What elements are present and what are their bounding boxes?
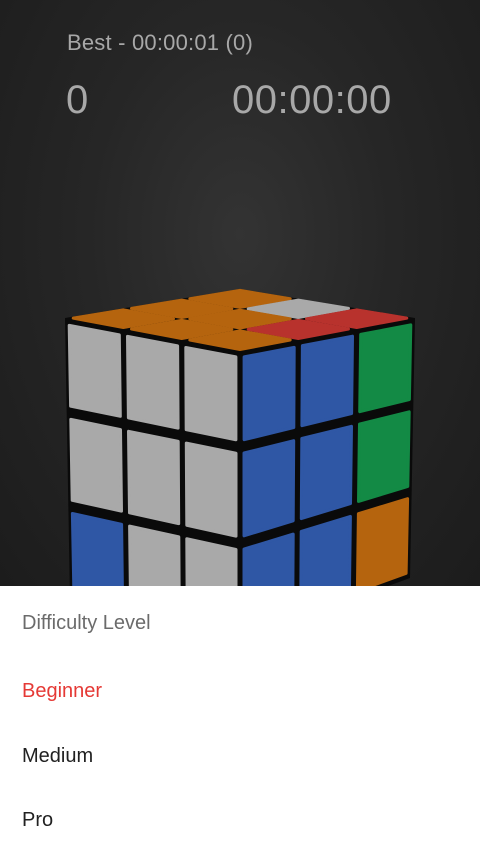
front-sticker-1-2[interactable] — [184, 441, 238, 538]
front-sticker-0-1[interactable] — [126, 334, 180, 430]
right-sticker-1-0[interactable] — [242, 439, 296, 538]
difficulty-option-pro[interactable]: Pro — [22, 798, 462, 842]
right-sticker-0-0[interactable] — [242, 345, 296, 442]
front-sticker-1-1[interactable] — [127, 429, 181, 526]
right-sticker-1-1[interactable] — [299, 424, 353, 521]
right-sticker-0-1[interactable] — [300, 334, 354, 428]
right-sticker-2-2[interactable] — [355, 497, 410, 586]
front-sticker-2-1[interactable] — [128, 524, 181, 586]
front-sticker-0-2[interactable] — [184, 346, 238, 442]
right-sticker-1-2[interactable] — [357, 410, 411, 503]
front-sticker-2-0[interactable] — [70, 512, 124, 587]
front-sticker-0-0[interactable] — [67, 323, 122, 418]
difficulty-title: Difficulty Level — [22, 612, 151, 634]
difficulty-option-medium[interactable]: Medium — [22, 734, 462, 778]
difficulty-option-beginner[interactable]: Beginner — [22, 669, 462, 713]
right-sticker-0-2[interactable] — [358, 323, 413, 414]
front-sticker-1-0[interactable] — [69, 417, 123, 513]
game-area: Best - 00:00:01 (0) 0 00:00:00 — [0, 0, 480, 586]
rubiks-cube[interactable] — [0, 0, 480, 586]
